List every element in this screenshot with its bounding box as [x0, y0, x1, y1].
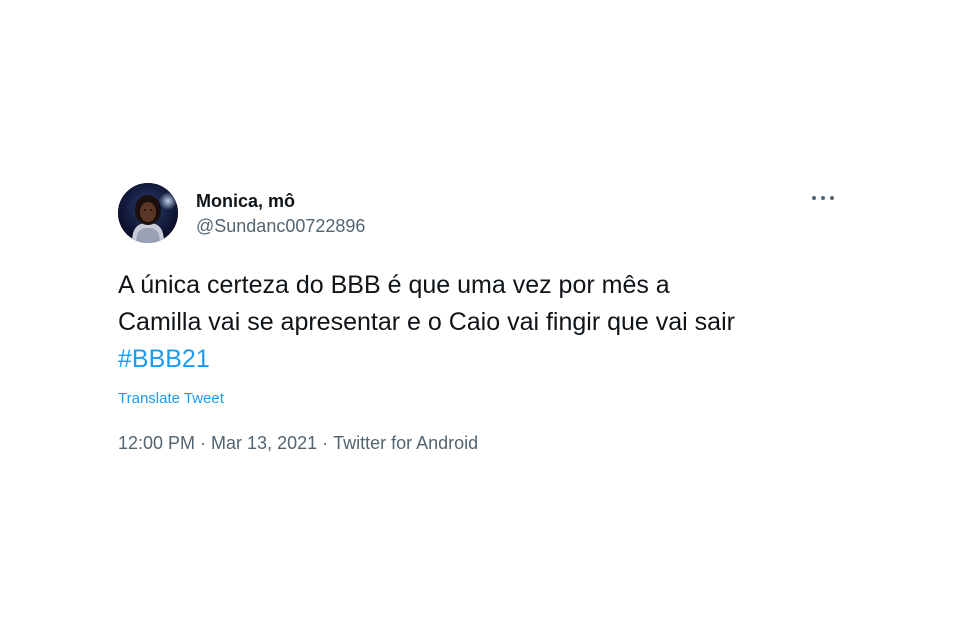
author-names: Monica, mô @Sundanc00722896	[196, 190, 365, 237]
more-horizontal-icon-dot	[821, 196, 825, 200]
tweet-text: A única certeza do BBB é que uma vez por…	[118, 267, 848, 378]
tweet-text-line: Camilla vai se apresentar e o Caio vai f…	[118, 308, 735, 336]
more-horizontal-icon	[812, 196, 816, 200]
tweet-metadata: 12:00 PM · Mar 13, 2021 · Twitter for Androi…	[118, 433, 478, 454]
tweet-text-line: A única certeza do BBB é que uma vez por…	[118, 271, 670, 299]
more-options-button[interactable]	[810, 189, 836, 207]
avatar-image	[118, 183, 178, 243]
author-display-name[interactable]: Monica, mô	[196, 190, 365, 212]
more-horizontal-icon-dot	[830, 196, 834, 200]
separator: ·	[200, 433, 207, 453]
author-handle[interactable]: @Sundanc00722896	[196, 215, 365, 237]
translate-tweet-link[interactable]: Translate Tweet	[118, 390, 224, 407]
hashtag-link[interactable]: #BBB21	[118, 341, 848, 378]
tweet-source[interactable]: Twitter for Android	[333, 433, 478, 453]
avatar[interactable]	[118, 183, 178, 243]
separator: ·	[322, 433, 329, 453]
tweet-time[interactable]: 12:00 PM	[118, 433, 195, 453]
tweet-date[interactable]: Mar 13, 2021	[211, 433, 317, 453]
